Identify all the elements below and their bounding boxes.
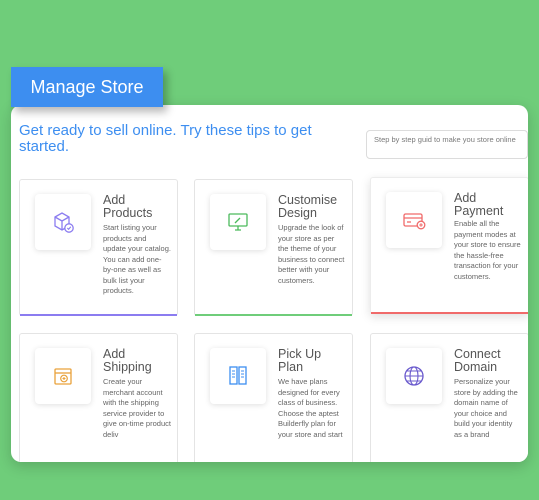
products-box-icon <box>35 194 91 250</box>
card-title: Connect Domain <box>454 347 501 374</box>
shipping-box-icon <box>35 348 91 404</box>
card-description: We have plans designed for every class o… <box>278 377 343 439</box>
card-description: Personalize your store by adding the dom… <box>454 377 518 439</box>
card-add-products[interactable]: Add Products Start listing your products… <box>19 179 178 316</box>
guide-search-field[interactable]: Step by step guid to make you store onli… <box>366 130 528 159</box>
domain-globe-icon <box>386 348 442 404</box>
card-description: Upgrade the look of your store as per th… <box>278 223 345 285</box>
card-accent-bar <box>195 314 352 316</box>
card-accent-bar <box>20 314 177 316</box>
card-add-shipping[interactable]: Add Shipping Create your merchant accoun… <box>19 333 178 462</box>
card-title: Pick Up Plan <box>278 347 322 374</box>
card-connect-domain[interactable]: Connect Domain Personalize your store by… <box>370 333 528 462</box>
manage-store-badge: Manage Store <box>11 67 163 107</box>
card-title: Add Shipping <box>103 347 152 374</box>
card-description: Enable all the payment modes at your sto… <box>454 219 521 281</box>
card-title: Add Products <box>103 193 153 220</box>
card-add-payment[interactable]: Add Payment Enable all the payment modes… <box>370 177 528 314</box>
card-title: Customise Design <box>278 193 338 220</box>
plan-document-icon <box>210 348 266 404</box>
card-accent-bar <box>371 312 528 314</box>
card-description: Start listing your products and update y… <box>103 223 171 295</box>
design-monitor-icon <box>210 194 266 250</box>
store-tips-panel: Get ready to sell online. Try these tips… <box>11 105 528 462</box>
page-title: Get ready to sell online. Try these tips… <box>19 122 312 155</box>
card-pick-up-plan[interactable]: Pick Up Plan We have plans designed for … <box>194 333 353 462</box>
card-customise-design[interactable]: Customise Design Upgrade the look of you… <box>194 179 353 316</box>
card-title: Add Payment <box>454 191 504 218</box>
payment-card-icon <box>386 192 442 248</box>
card-description: Create your merchant account with the sh… <box>103 377 171 439</box>
